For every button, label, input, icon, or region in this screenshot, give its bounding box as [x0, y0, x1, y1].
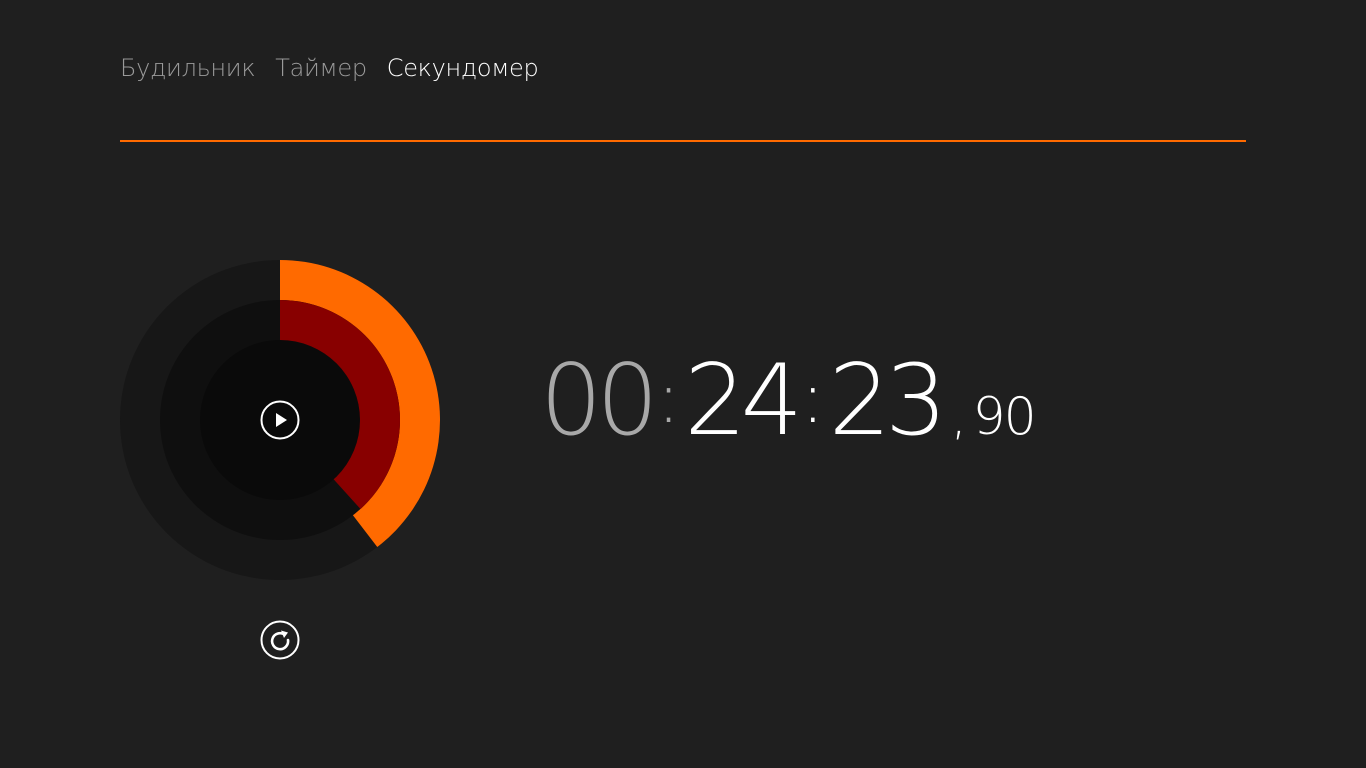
time-seconds: 23 — [828, 344, 948, 458]
time-separator-1: : — [656, 357, 681, 439]
header-divider — [120, 140, 1246, 142]
tab-bar: Будильник Таймер Секундомер — [120, 54, 539, 82]
decimal-separator: , — [951, 390, 967, 446]
elapsed-time-display: 00 : 24 : 23 , 90 — [540, 344, 1037, 458]
time-separator-2: : — [801, 357, 825, 439]
tab-timer[interactable]: Таймер — [275, 54, 367, 82]
reset-icon — [260, 620, 300, 660]
time-hundredths: 90 — [972, 387, 1037, 447]
stopwatch-dial — [120, 260, 440, 580]
stopwatch-app: Будильник Таймер Секундомер 00 : 24: 23… — [0, 0, 1366, 768]
time-hours: 00 — [540, 344, 659, 458]
play-button[interactable] — [260, 400, 300, 440]
tab-stopwatch[interactable]: Секундомер — [387, 54, 539, 82]
tab-alarm[interactable]: Будильник — [120, 54, 256, 82]
time-minutes: 24 — [684, 344, 803, 458]
reset-button[interactable] — [260, 620, 300, 660]
play-icon — [260, 400, 300, 440]
